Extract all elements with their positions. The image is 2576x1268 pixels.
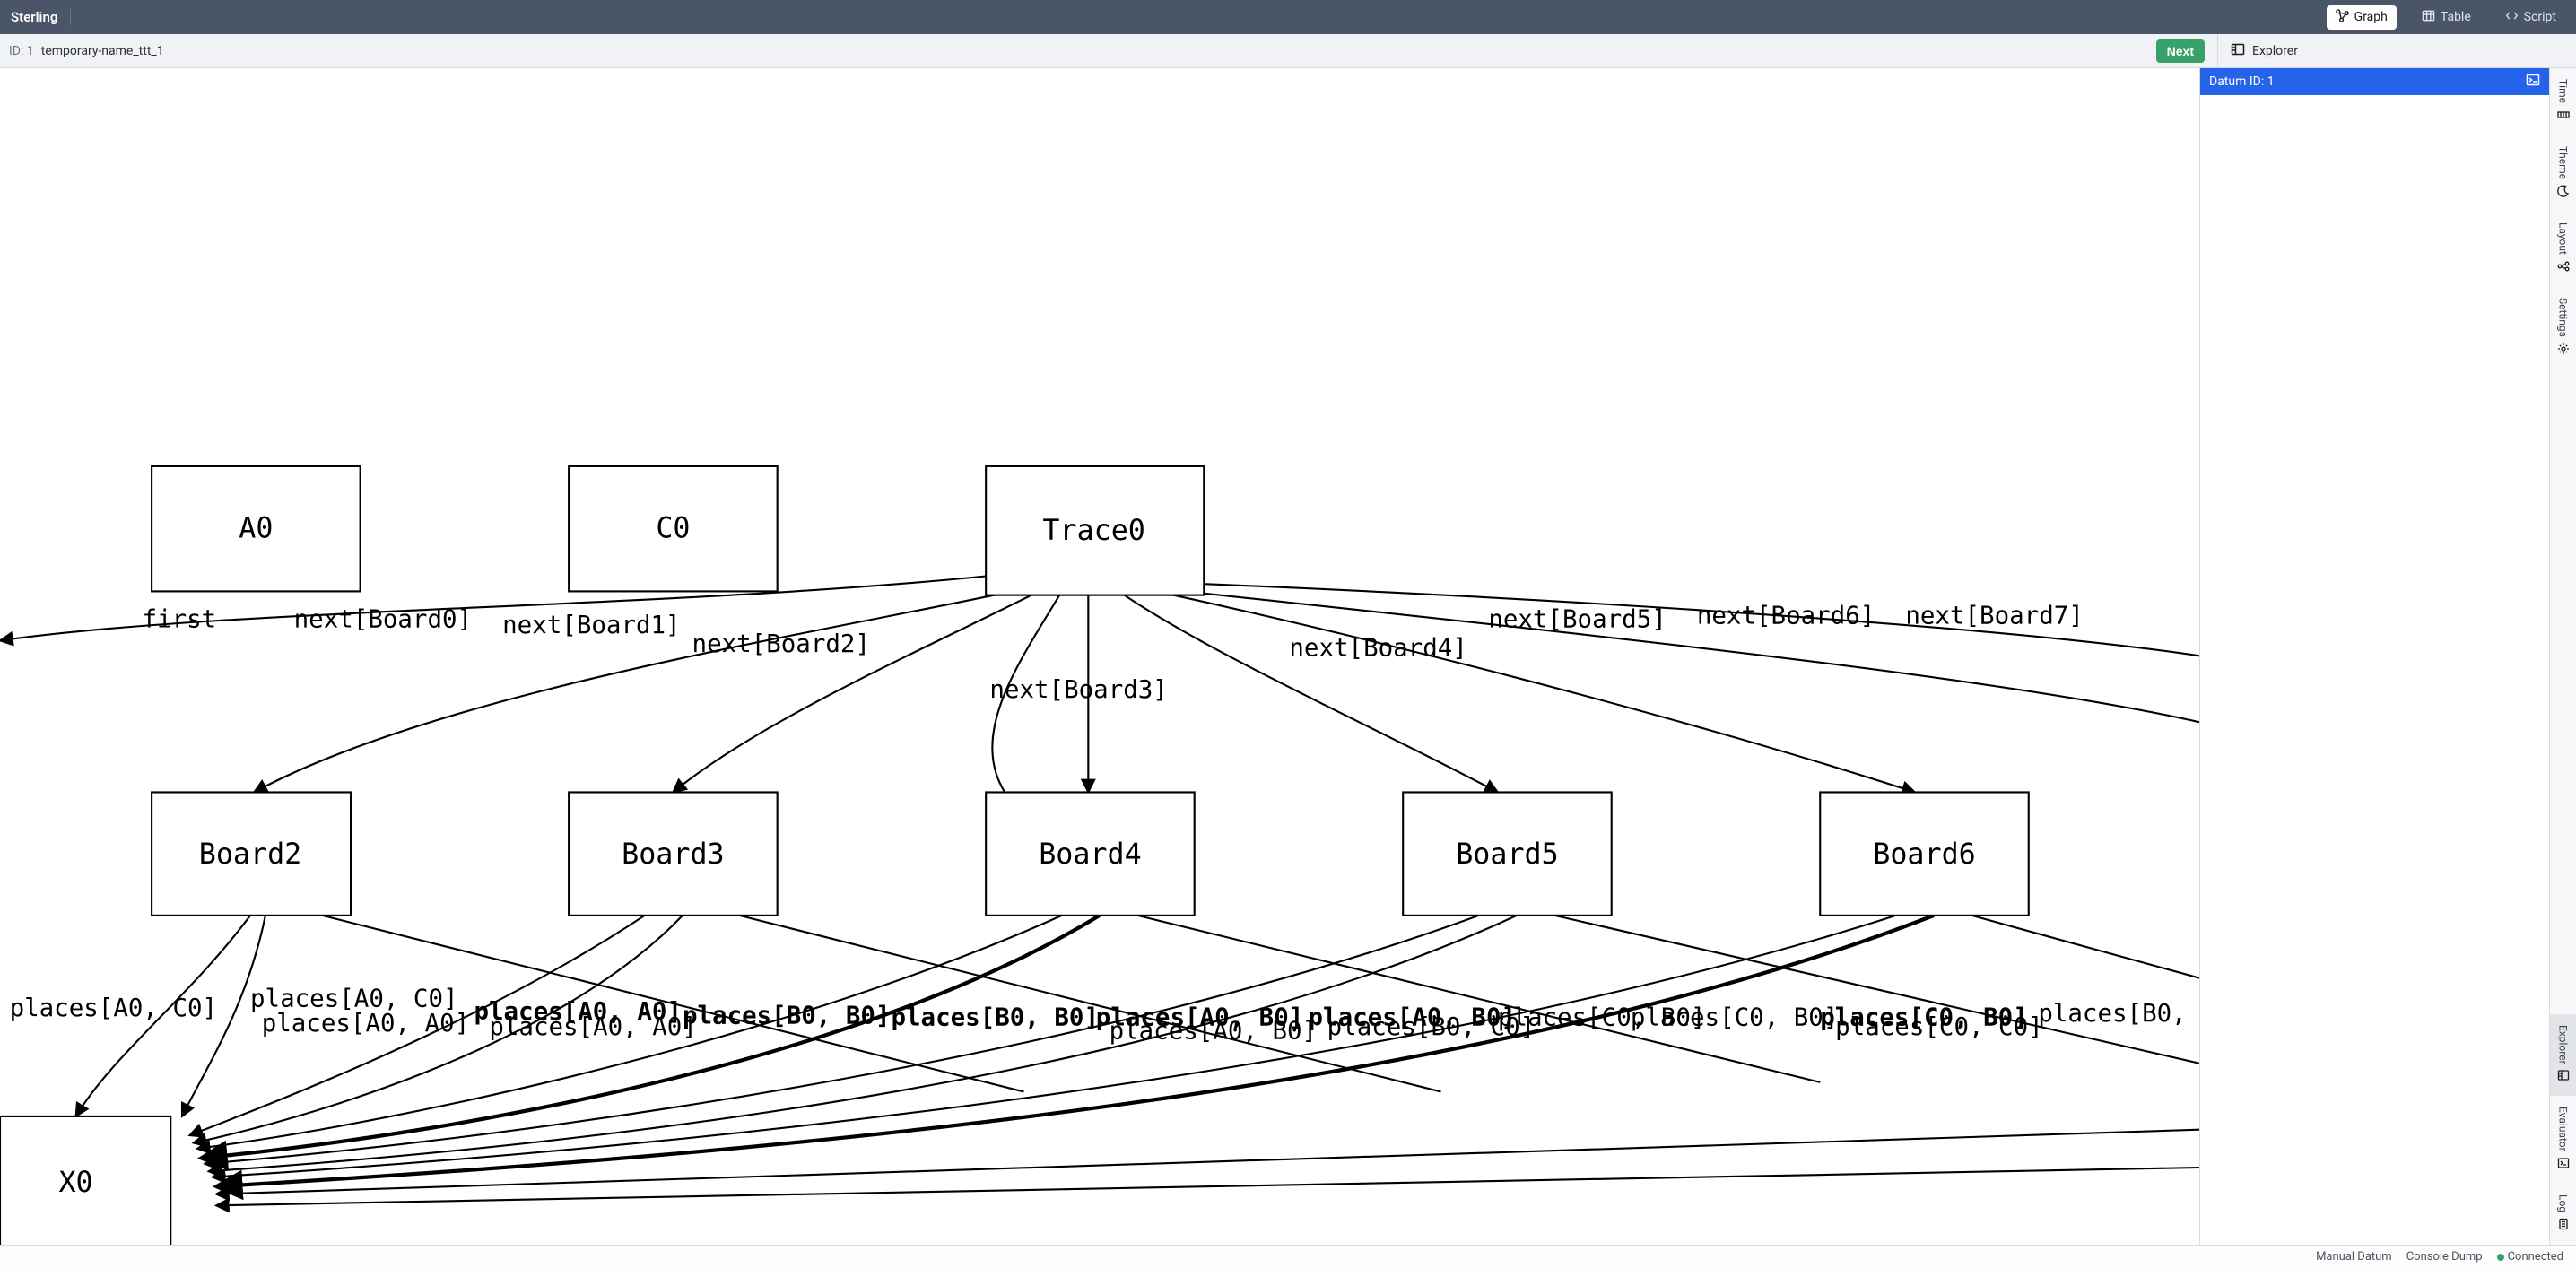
edge-label-p1: places[A0, C0]: [10, 994, 218, 1022]
rail-layout[interactable]: Layout: [2550, 212, 2576, 287]
datum-id-label: ID: 1: [9, 44, 34, 58]
rail-log-label: Log: [2557, 1194, 2570, 1212]
next-button[interactable]: Next: [2156, 39, 2205, 63]
rail-time-label: Time: [2557, 79, 2570, 103]
moon-icon: [2557, 185, 2570, 201]
edge-label-n4: next[Board4]: [1289, 634, 1466, 662]
node-Board3[interactable]: Board3: [569, 792, 778, 915]
rail-explorer-label: Explorer: [2557, 1025, 2570, 1064]
tab-table[interactable]: Table: [2413, 5, 2480, 30]
right-rail: Time Theme Layout Settings Explorer Eval…: [2549, 68, 2576, 1245]
edge-label-p5: places[B0, B0]: [683, 1002, 891, 1029]
edge-label-p4b: places[A0, A0]: [489, 1013, 697, 1041]
node-Board4-label: Board4: [1039, 838, 1141, 871]
rail-time[interactable]: Time: [2550, 68, 2576, 135]
node-Board2-label: Board2: [199, 838, 301, 871]
edge-label-p11b: places[C0, C0]: [1835, 1013, 2043, 1041]
edge-label-n3: next[Board3]: [989, 676, 1167, 704]
node-C0[interactable]: C0: [569, 466, 778, 592]
status-dot-icon: [2497, 1254, 2504, 1261]
edge-label-p3: places[A0, A0]: [262, 1010, 470, 1038]
rail-theme-label: Theme: [2557, 146, 2570, 179]
rail-settings[interactable]: Settings: [2550, 287, 2576, 369]
manual-datum-link[interactable]: Manual Datum: [2316, 1250, 2392, 1264]
node-A0-label: A0: [239, 513, 273, 545]
edge-cross-3: [1137, 916, 1820, 1082]
tab-script[interactable]: Script: [2496, 5, 2565, 30]
node-C0-label: C0: [656, 513, 690, 545]
edge-next-board4: [1118, 591, 1498, 792]
node-A0[interactable]: A0: [152, 466, 361, 592]
edge-label-p12: places[B0,: [2038, 1000, 2186, 1028]
datum-name: temporary-name_ttt_1: [41, 44, 164, 58]
terminal-small-icon: [2557, 1157, 2570, 1173]
node-Board6-label: Board6: [1873, 838, 1975, 871]
table-icon: [2422, 9, 2435, 26]
node-Board4[interactable]: Board4: [986, 792, 1195, 915]
sub-header: ID: 1 temporary-name_ttt_1 Next Explorer: [0, 34, 2576, 68]
main-area: first next[Board0] next[Board1] next[Boa…: [0, 68, 2576, 1245]
node-Board6[interactable]: Board6: [1820, 792, 2029, 915]
connection-status: Connected: [2497, 1250, 2563, 1264]
tab-table-label: Table: [2441, 10, 2471, 24]
edge-label-p10: places[C0, B0]: [1631, 1003, 1839, 1031]
node-X0-label: X0: [58, 1167, 92, 1199]
edge-label-p7b: places[A0, B0]: [1110, 1017, 1318, 1045]
view-tabs: Graph Table Script: [2327, 5, 2565, 30]
node-Board5[interactable]: Board5: [1403, 792, 1612, 915]
rail-layout-label: Layout: [2557, 222, 2570, 255]
edge-label-p2: places[A0, C0]: [250, 985, 458, 1012]
edge-offscreen-x0-a: [216, 1130, 2199, 1194]
node-Board2[interactable]: Board2: [152, 792, 351, 915]
connection-label: Connected: [2508, 1250, 2563, 1264]
explorer-title: Explorer: [2252, 44, 2298, 58]
nodes-icon: [2557, 260, 2570, 276]
edge-label-p6: places[B0, B0]: [891, 1003, 1099, 1031]
graph-icon: [2336, 9, 2349, 26]
node-X0[interactable]: X0: [0, 1116, 170, 1245]
edge-board6-x0-a: [213, 916, 1896, 1177]
edge-next-board1: [673, 591, 1039, 792]
node-Trace0-label: Trace0: [1042, 515, 1144, 547]
gear-icon: [2557, 343, 2570, 359]
rail-explorer[interactable]: Explorer: [2550, 1014, 2576, 1097]
node-Board5-label: Board5: [1456, 838, 1558, 871]
node-Board3-label: Board3: [622, 838, 724, 871]
rail-evaluator-label: Evaluator: [2557, 1107, 2570, 1151]
node-Trace0[interactable]: Trace0: [986, 466, 1204, 595]
timeline-icon: [2557, 109, 2570, 125]
edge-label-n6: next[Board6]: [1697, 602, 1875, 630]
datum-info: ID: 1 temporary-name_ttt_1: [9, 44, 164, 58]
edge-label-n2: next[Board2]: [692, 630, 870, 658]
explorer-sidepanel: Datum ID: 1: [2199, 68, 2549, 1245]
edge-label-n7: next[Board7]: [1905, 602, 2083, 630]
explorer-panel-icon: [2231, 42, 2245, 60]
edge-cross-5: [1971, 916, 2199, 978]
tab-script-label: Script: [2524, 10, 2556, 24]
datum-row[interactable]: Datum ID: 1: [2200, 68, 2549, 95]
rail-theme[interactable]: Theme: [2550, 135, 2576, 212]
status-bar: Manual Datum Console Dump Connected: [0, 1245, 2576, 1268]
graph-canvas[interactable]: first next[Board0] next[Board1] next[Boa…: [0, 68, 2199, 1245]
edge-label-first: first: [143, 606, 217, 634]
tab-graph[interactable]: Graph: [2327, 5, 2397, 30]
app-brand: Sterling: [11, 9, 71, 25]
edge-offscreen-x0-b: [216, 1168, 2199, 1205]
rail-settings-label: Settings: [2557, 298, 2570, 337]
datum-row-label: Datum ID: 1: [2209, 74, 2275, 89]
edge-label-n0: next[Board0]: [294, 606, 472, 634]
explorer-panel-header: Explorer: [2217, 34, 2567, 67]
rail-log[interactable]: Log: [2550, 1184, 2576, 1245]
rail-evaluator[interactable]: Evaluator: [2550, 1096, 2576, 1184]
console-dump-link[interactable]: Console Dump: [2406, 1250, 2483, 1264]
edge-label-n5: next[Board5]: [1488, 606, 1666, 634]
terminal-icon: [2526, 73, 2540, 91]
top-navbar: Sterling Graph Table Script: [0, 0, 2576, 34]
graph-svg[interactable]: first next[Board0] next[Board1] next[Boa…: [0, 68, 2199, 1245]
document-icon: [2557, 1218, 2570, 1234]
explorer-icon: [2557, 1069, 2570, 1085]
tab-graph-label: Graph: [2354, 10, 2388, 24]
edge-label-n1: next[Board1]: [502, 612, 680, 639]
code-icon: [2505, 9, 2519, 26]
